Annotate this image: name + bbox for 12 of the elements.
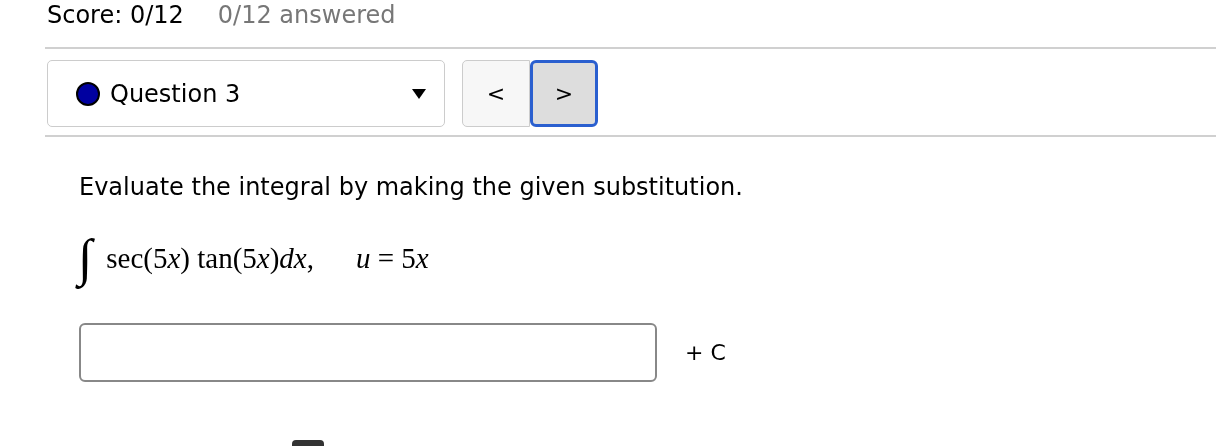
answer-field[interactable] bbox=[79, 323, 657, 383]
score-text: Score: 0/12 bbox=[47, 1, 184, 29]
previous-button[interactable]: < bbox=[462, 60, 530, 127]
question-dropdown[interactable]: Question 3 bbox=[47, 60, 445, 127]
constant-suffix: + C bbox=[685, 340, 726, 366]
next-button[interactable]: > bbox=[530, 60, 598, 127]
caret-icon bbox=[412, 88, 426, 99]
integral-sign: ∫ bbox=[76, 223, 99, 294]
integrand: sec(5x) tan(5x)dx, bbox=[106, 241, 314, 275]
substitution: u = 5x bbox=[356, 241, 429, 275]
question-prompt: Evaluate the integral by making the given substitution. bbox=[78, 172, 744, 201]
answered-count: 0/12 answered bbox=[217, 1, 396, 29]
